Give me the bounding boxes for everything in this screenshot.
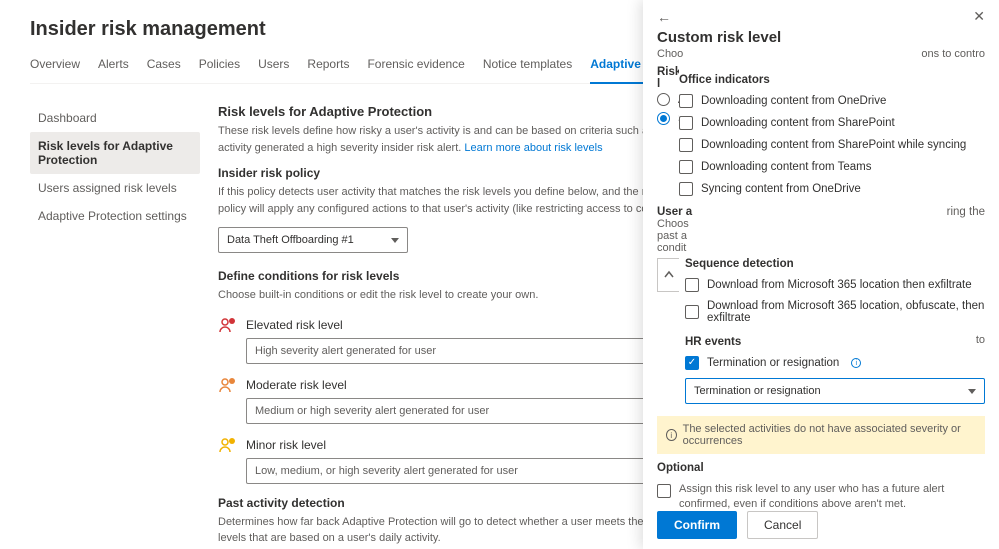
person-risk-minor-icon: [218, 436, 236, 454]
policy-select[interactable]: Data Theft Offboarding #1: [218, 227, 408, 253]
chk-onedrive-download[interactable]: [679, 94, 693, 108]
sequence-group: Sequence detection: [685, 258, 985, 270]
user-activity-desc-trunc-end: ring the: [947, 206, 985, 218]
radio-specific-activity[interactable]: [657, 112, 670, 125]
tab-users[interactable]: Users: [258, 57, 289, 77]
user-activity-desc-trunc1: Choos: [657, 218, 689, 230]
radio-alert-severity[interactable]: [657, 93, 670, 106]
seq-item-0: Download from Microsoft 365 location the…: [707, 279, 972, 291]
level-moderate-label: Moderate risk level: [246, 378, 347, 392]
tab-overview[interactable]: Overview: [30, 57, 80, 77]
chk-sharepoint-download[interactable]: [679, 116, 693, 130]
learn-more-link[interactable]: Learn more about risk levels: [464, 142, 602, 154]
tab-notice[interactable]: Notice templates: [483, 57, 572, 77]
info-icon[interactable]: i: [851, 358, 861, 368]
user-activity-label-trunc: User a: [657, 206, 692, 218]
hr-events-group: HR events: [685, 336, 741, 348]
level-elevated-label: Elevated risk level: [246, 318, 343, 332]
back-icon[interactable]: ←: [657, 9, 671, 25]
user-activity-desc-trunc2: past a: [657, 230, 687, 242]
office-item-2: Downloading content from SharePoint whil…: [701, 139, 966, 151]
sidebar-item-dashboard[interactable]: Dashboard: [30, 104, 200, 132]
optional-desc: Assign this risk level to any user who h…: [679, 482, 985, 513]
policy-select-value: Data Theft Offboarding #1: [227, 234, 354, 246]
chevron-down-icon: [391, 238, 399, 243]
sidebar-item-risk-levels[interactable]: Risk levels for Adaptive Protection: [30, 132, 200, 174]
sidebar-item-settings[interactable]: Adaptive Protection settings: [30, 202, 200, 230]
chk-seq-download-obfuscate-exfil[interactable]: [685, 305, 699, 319]
office-item-1: Downloading content from SharePoint: [701, 117, 895, 129]
optional-title: Optional: [657, 462, 985, 474]
person-risk-high-icon: [218, 316, 236, 334]
confirm-button[interactable]: Confirm: [657, 511, 737, 539]
chk-teams-download[interactable]: [679, 160, 693, 174]
chevron-down-icon: [968, 389, 976, 394]
warning-banner: i The selected activities do not have as…: [657, 416, 985, 454]
warning-banner-text: The selected activities do not have asso…: [683, 423, 976, 447]
seq-item-1: Download from Microsoft 365 location, ob…: [707, 300, 985, 324]
level-minor-label: Minor risk level: [246, 438, 326, 452]
flyout-cancel-button[interactable]: Cancel: [747, 511, 818, 539]
office-item-0: Downloading content from OneDrive: [701, 95, 886, 107]
tab-policies[interactable]: Policies: [199, 57, 240, 77]
flyout-subtitle-end: ons to contro: [921, 48, 985, 60]
user-activity-desc-trunc3: condit: [657, 242, 686, 254]
level-minor-value: Low, medium, or high severity alert gene…: [255, 465, 518, 477]
custom-risk-level-flyout: ← ✕ Custom risk level Choo ons to contro…: [643, 0, 999, 549]
truncated-text: to: [976, 334, 985, 346]
chk-onedrive-sync[interactable]: [679, 182, 693, 196]
sidebar-item-users-assigned[interactable]: Users assigned risk levels: [30, 174, 200, 202]
tab-cases[interactable]: Cases: [147, 57, 181, 77]
info-circle-icon: i: [666, 429, 677, 441]
chk-seq-download-exfil[interactable]: [685, 278, 699, 292]
person-risk-moderate-icon: [218, 376, 236, 394]
level-moderate-value: Medium or high severity alert generated …: [255, 405, 489, 417]
office-item-3: Downloading content from Teams: [701, 161, 871, 173]
office-item-4: Syncing content from OneDrive: [701, 183, 861, 195]
tab-forensic[interactable]: Forensic evidence: [367, 57, 464, 77]
chk-termination-resignation[interactable]: [685, 356, 699, 370]
hr-dropdown-value: Termination or resignation: [694, 385, 821, 397]
flyout-title: Custom risk level: [657, 29, 985, 46]
chk-optional-future-alert[interactable]: [657, 484, 671, 498]
tab-reports[interactable]: Reports: [307, 57, 349, 77]
secondary-nav: Dashboard Risk levels for Adaptive Prote…: [30, 104, 200, 549]
office-indicators-group: Office indicators: [679, 74, 985, 86]
chk-sharepoint-sync-download[interactable]: [679, 138, 693, 152]
tab-alerts[interactable]: Alerts: [98, 57, 129, 77]
flyout-subtitle-start: Choo: [657, 48, 683, 60]
hr-dropdown[interactable]: Termination or resignation: [685, 378, 985, 404]
hr-item: Termination or resignation: [707, 357, 839, 369]
close-icon[interactable]: ✕: [973, 8, 985, 25]
accordion-collapse-icon[interactable]: [657, 258, 679, 292]
level-elevated-value: High severity alert generated for user: [255, 345, 436, 357]
risk-based-label-trunc: Risk l: [657, 66, 677, 90]
